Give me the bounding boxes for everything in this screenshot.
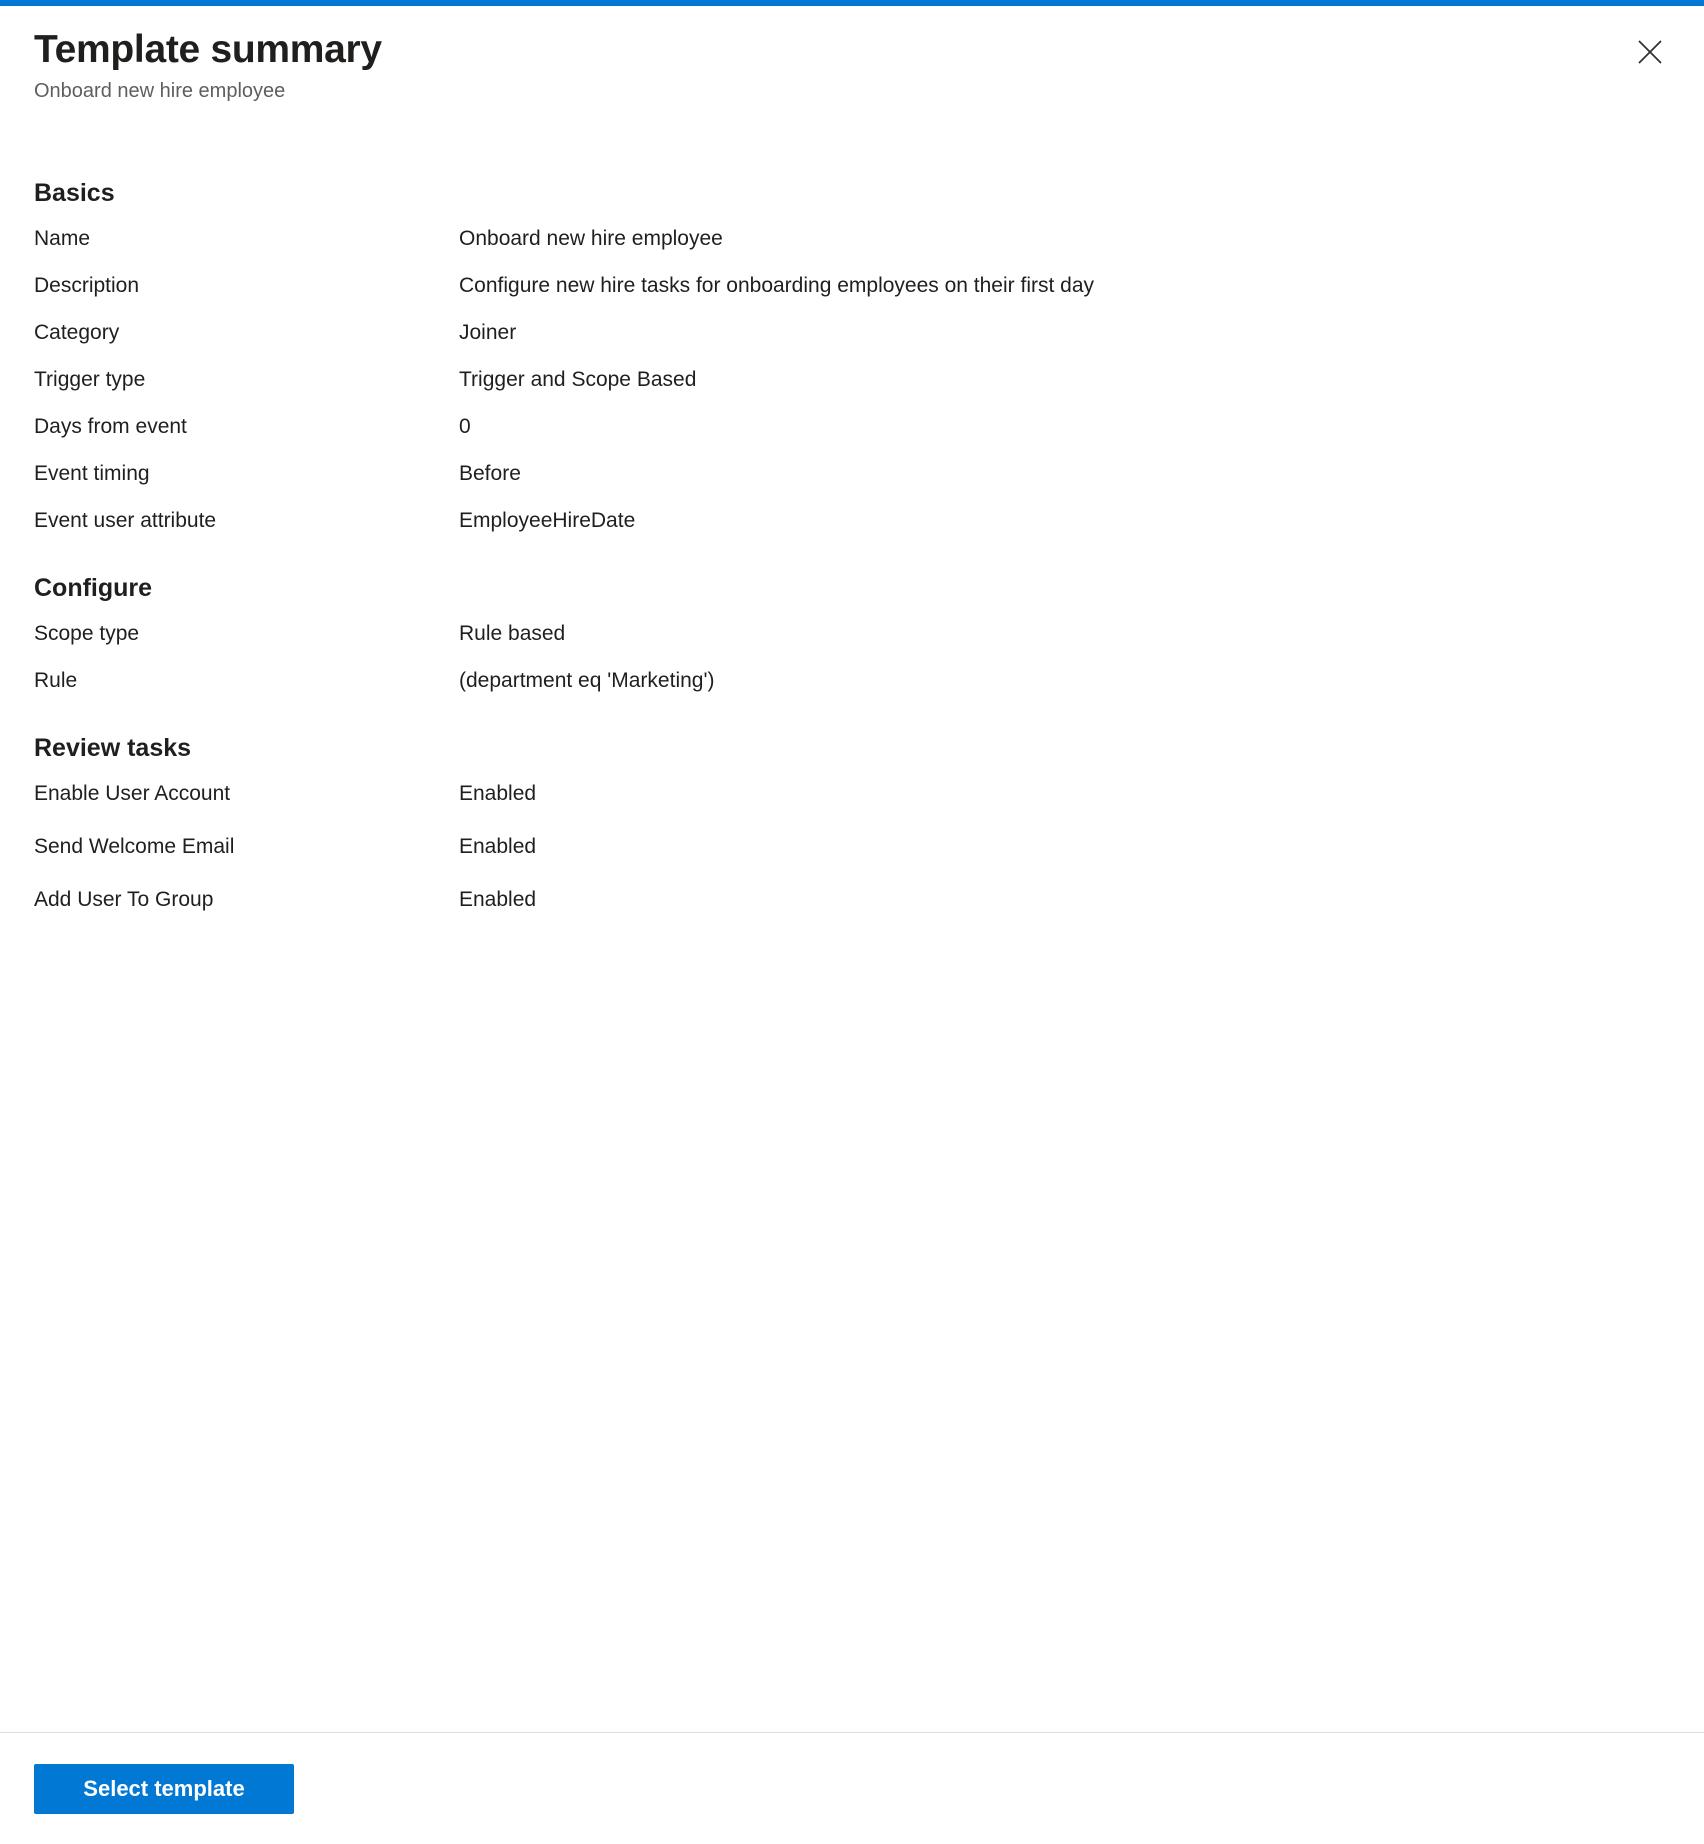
panel-content: Template summary Onboard new hire employ… <box>0 6 1704 1732</box>
row-label: Scope type <box>34 622 140 645</box>
row-label: Rule <box>34 669 78 692</box>
row-value: (department eq 'Marketing') <box>459 669 715 692</box>
row-label: Event timing <box>34 462 150 485</box>
template-summary-panel: Template summary Onboard new hire employ… <box>0 0 1704 1844</box>
select-template-button[interactable]: Select template <box>34 1763 294 1814</box>
row-label: Description <box>34 274 140 297</box>
row-value: Before <box>459 462 521 485</box>
task-label: Enable User Account <box>34 782 231 805</box>
task-status: Enabled <box>459 835 537 858</box>
task-label: Add User To Group <box>34 888 214 911</box>
row-label: Days from event <box>34 415 187 438</box>
row-value: Trigger and Scope Based <box>459 368 697 391</box>
task-row-enable-user-account: Enable User Account Enabled <box>34 778 1670 809</box>
row-value: EmployeeHireDate <box>459 509 636 532</box>
summary-body: Basics Name Onboard new hire employee De… <box>0 177 1704 915</box>
summary-row-event-timing: Event timing Before <box>34 458 1670 489</box>
task-row-send-welcome-email: Send Welcome Email Enabled <box>34 831 1670 862</box>
section-review-tasks: Review tasks Enable User Account Enabled… <box>34 732 1670 915</box>
row-value: Rule based <box>459 622 566 645</box>
section-heading-configure: Configure <box>34 574 153 602</box>
section-heading-review-tasks: Review tasks <box>34 734 192 762</box>
row-value: Onboard new hire employee <box>459 227 723 250</box>
task-row-add-user-to-group: Add User To Group Enabled <box>34 884 1670 915</box>
row-label: Name <box>34 227 91 250</box>
task-label: Send Welcome Email <box>34 835 235 858</box>
row-value: 0 <box>459 415 471 438</box>
panel-footer: Select template <box>0 1732 1704 1844</box>
summary-row-event-user-attribute: Event user attribute EmployeeHireDate <box>34 505 1670 536</box>
row-label: Trigger type <box>34 368 146 391</box>
row-value: Joiner <box>459 321 517 344</box>
row-label: Category <box>34 321 120 344</box>
section-configure: Configure Scope type Rule based Rule (de… <box>34 572 1670 696</box>
summary-row-days-from-event: Days from event 0 <box>34 411 1670 442</box>
task-status: Enabled <box>459 888 537 911</box>
summary-row-trigger-type: Trigger type Trigger and Scope Based <box>34 364 1670 395</box>
panel-header: Template summary Onboard new hire employ… <box>0 6 1704 105</box>
task-status: Enabled <box>459 782 537 805</box>
row-label: Event user attribute <box>34 509 217 532</box>
close-icon <box>1636 38 1664 66</box>
summary-row-rule: Rule (department eq 'Marketing') <box>34 665 1670 696</box>
summary-row-scope-type: Scope type Rule based <box>34 618 1670 649</box>
section-heading-basics: Basics <box>34 179 115 207</box>
summary-row-category: Category Joiner <box>34 317 1670 348</box>
section-basics: Basics Name Onboard new hire employee De… <box>34 177 1670 536</box>
summary-row-description: Description Configure new hire tasks for… <box>34 270 1670 301</box>
page-title: Template summary <box>34 28 382 71</box>
row-value: Configure new hire tasks for onboarding … <box>459 274 1095 297</box>
page-subtitle: Onboard new hire employee <box>34 80 286 102</box>
close-button[interactable] <box>1626 28 1674 76</box>
summary-row-name: Name Onboard new hire employee <box>34 223 1670 254</box>
